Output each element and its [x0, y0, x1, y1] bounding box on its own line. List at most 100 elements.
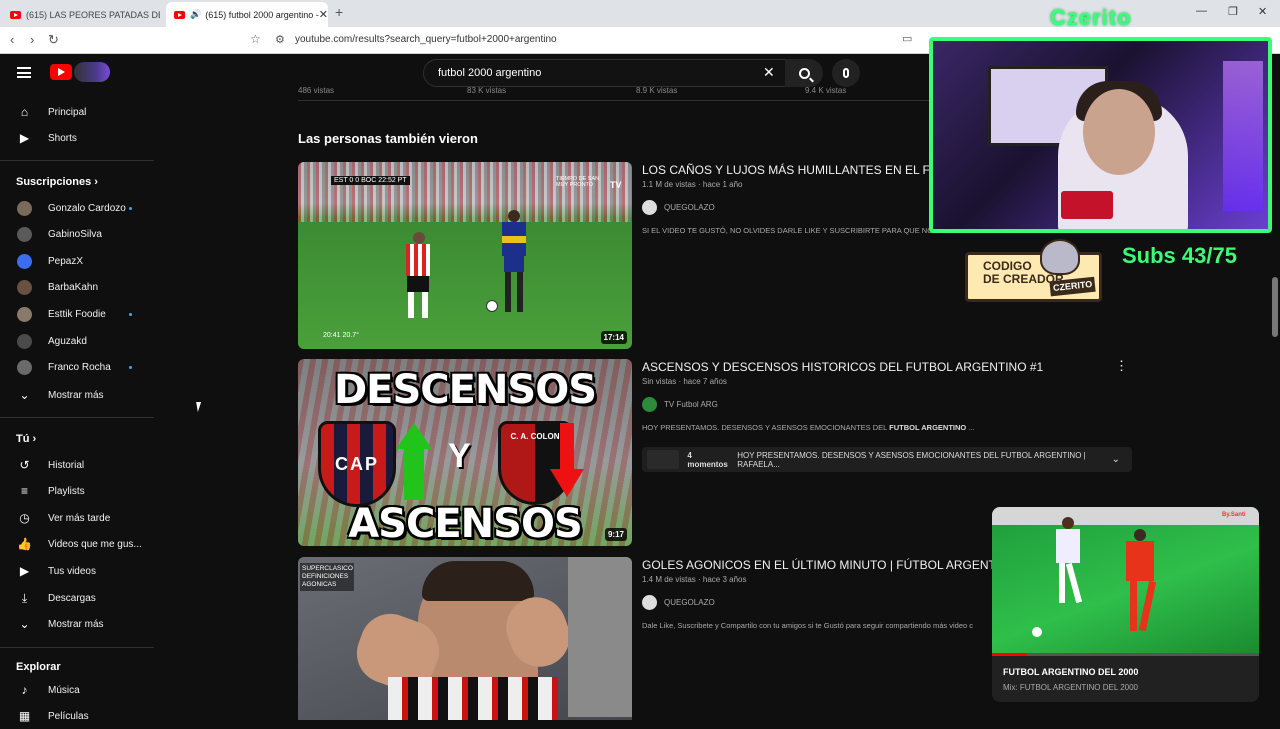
- miniplayer-title[interactable]: FUTBOL ARGENTINO DEL 2000: [1003, 667, 1138, 677]
- player-white: [1050, 517, 1086, 607]
- site-info-icon[interactable]: ⚙: [275, 33, 285, 46]
- player-red: [1120, 529, 1160, 639]
- close-window-button[interactable]: ✕: [1258, 5, 1267, 18]
- channel-link[interactable]: TV Futbol ARG: [642, 397, 718, 412]
- broadcast-banner: TIEMPO DE SAN MUY PRONTO: [556, 176, 600, 188]
- microphone-icon: [843, 68, 849, 78]
- duration-badge: 17:14: [600, 331, 627, 344]
- voice-search-button[interactable]: [832, 59, 860, 87]
- video-meta: 1.1 M de vistas · hace 1 año: [642, 180, 743, 189]
- subs-counter: Subs 43/75: [1122, 243, 1237, 268]
- youtube-logo-icon[interactable]: [50, 64, 72, 80]
- previous-views: 9.4 K vistas: [805, 86, 847, 95]
- video-meta: 1.4 M de vistas · hace 3 años: [642, 575, 747, 584]
- search-icon: [798, 67, 810, 79]
- miniplayer-progress[interactable]: [992, 653, 1259, 656]
- channel-logo: TV: [610, 180, 622, 190]
- more-options-icon[interactable]: ⋮: [1115, 358, 1128, 374]
- speaker-icon: 🔊: [190, 9, 202, 19]
- microphone-icon: [1061, 191, 1113, 219]
- youtube-favicon-icon: [10, 10, 21, 19]
- key-moments-row[interactable]: 4 momentos HOY PRESENTAMOS. DESENSOS Y A…: [642, 447, 1132, 472]
- webcam-face: [1083, 89, 1155, 175]
- webcam-light: [1223, 61, 1263, 211]
- divider: [298, 100, 938, 101]
- thumb-headline: ASCENSOS: [348, 501, 583, 546]
- channel-avatar: [642, 397, 657, 412]
- moment-thumbnail: [647, 450, 680, 469]
- video-thumbnail[interactable]: DESCENSOS ASCENSOS CAP Y C. A. COLON 9:1…: [298, 359, 632, 546]
- tab-title: (615) LAS PEORES PATADAS DEL FÚT: [26, 9, 160, 20]
- progress-fill: [992, 653, 1027, 656]
- browser-tab[interactable]: (615) LAS PEORES PATADAS DEL FÚT: [2, 2, 160, 27]
- clear-search-icon[interactable]: ✕: [763, 64, 775, 81]
- logo-extension-icon: [74, 62, 110, 82]
- fan-background: [568, 557, 632, 717]
- miniplayer[interactable]: By.Santi FUTBOL ARGENTINO DEL 2000 Mix: …: [992, 507, 1259, 702]
- thumb-connector: Y: [448, 437, 471, 475]
- video-description: SI EL VIDEO TE GUSTÓ, NO OLVIDES DARLE L…: [642, 226, 934, 235]
- miniplayer-video[interactable]: By.Santi: [992, 507, 1259, 655]
- video-title[interactable]: LOS CAÑOS Y LUJOS MÁS HUMILLANTES EN EL …: [642, 163, 954, 177]
- up-arrow-icon: [396, 423, 432, 449]
- tab-title: (615) futbol 2000 argentino -: [205, 9, 319, 20]
- streamer-name: Czerito: [1050, 5, 1132, 30]
- channel-link[interactable]: QUEGOLAZO: [642, 200, 715, 215]
- video-thumbnail[interactable]: SUPERCLASICO DEFINICIONES AGONICAS: [298, 557, 632, 720]
- channel-name: QUEGOLAZO: [664, 203, 715, 212]
- maximize-button[interactable]: ❐: [1228, 5, 1238, 18]
- player-blue: [496, 210, 532, 320]
- ball: [1032, 627, 1042, 637]
- creator-code-name: CZERITO: [1049, 276, 1097, 297]
- video-description: HOY PRESENTAMOS. DESENSOS Y ASENSOS EMOC…: [642, 423, 975, 432]
- video-title[interactable]: ASCENSOS Y DESCENSOS HISTORICOS DEL FUTB…: [642, 360, 1043, 374]
- close-tab-icon[interactable]: ✕: [319, 8, 328, 21]
- down-arrow-icon: [550, 469, 584, 497]
- video-meta: Sin vistas · hace 7 años: [642, 377, 727, 386]
- back-icon[interactable]: ‹: [10, 32, 14, 47]
- channel-name: TV Futbol ARG: [664, 400, 718, 409]
- up-arrow-icon: [404, 448, 424, 500]
- minimize-button[interactable]: —: [1196, 5, 1207, 17]
- player-white: [398, 232, 436, 320]
- ball: [486, 300, 498, 312]
- crowd-decoration: [298, 162, 632, 222]
- scrollbar-thumb[interactable]: [1272, 277, 1278, 337]
- webcam-overlay: [929, 37, 1272, 233]
- crowd-decoration: [992, 507, 1259, 525]
- video-description: Dale Like, Suscribete y Compartilo con t…: [642, 621, 973, 630]
- search-button[interactable]: [785, 59, 823, 87]
- forward-icon[interactable]: ›: [30, 32, 34, 47]
- search-input[interactable]: futbol 2000 argentino: [423, 59, 788, 87]
- url-field[interactable]: youtube.com/results?search_query=futbol+…: [295, 34, 557, 45]
- miniplayer-subtitle: Mix: FUTBOL ARGENTINO DEL 2000: [1003, 683, 1138, 692]
- previous-views: 83 K vistas: [467, 86, 507, 95]
- reload-icon[interactable]: ↻: [48, 32, 59, 48]
- previous-views: 8.9 K vistas: [636, 86, 678, 95]
- new-tab-button[interactable]: +: [335, 4, 343, 20]
- browser-tab-active[interactable]: 🔊 (615) futbol 2000 argentino - ✕: [166, 2, 328, 27]
- channel-link[interactable]: QUEGOLAZO: [642, 595, 715, 610]
- channel-avatar: [642, 200, 657, 215]
- watermark: By.Santi: [1222, 512, 1246, 518]
- video-title[interactable]: GOLES AGONICOS EN EL ÚLTIMO MINUTO | FÚT…: [642, 558, 1017, 572]
- menu-icon[interactable]: [17, 67, 31, 78]
- creator-code-badge: CODIGO DE CREADOR CZERITO: [965, 239, 1102, 302]
- fan-shirt: [388, 677, 558, 720]
- scoreboard: EST 0 0 BOC 22:52 PT: [331, 176, 410, 185]
- duration-badge: 9:17: [604, 528, 627, 541]
- cat-mascot-icon: [1040, 239, 1080, 275]
- channel-avatar: [642, 595, 657, 610]
- youtube-favicon-icon: [174, 10, 185, 19]
- chevron-down-icon[interactable]: ⌄: [1112, 454, 1120, 465]
- fan-hair: [422, 561, 534, 601]
- section-title: Las personas también vieron: [298, 131, 478, 146]
- video-thumbnail[interactable]: EST 0 0 BOC 22:52 PT TIEMPO DE SAN MUY P…: [298, 162, 632, 349]
- bookmark-icon[interactable]: ☆: [250, 32, 261, 46]
- moments-text: HOY PRESENTAMOS. DESENSOS Y ASENSOS EMOC…: [737, 450, 1086, 469]
- thumb-caption: SUPERCLASICO DEFINICIONES AGONICAS: [300, 563, 354, 591]
- cast-icon[interactable]: ▭: [902, 32, 912, 45]
- channel-name: QUEGOLAZO: [664, 598, 715, 607]
- clock-overlay: 20:41 20.7°: [323, 332, 359, 339]
- previous-views: 486 vistas: [298, 86, 335, 95]
